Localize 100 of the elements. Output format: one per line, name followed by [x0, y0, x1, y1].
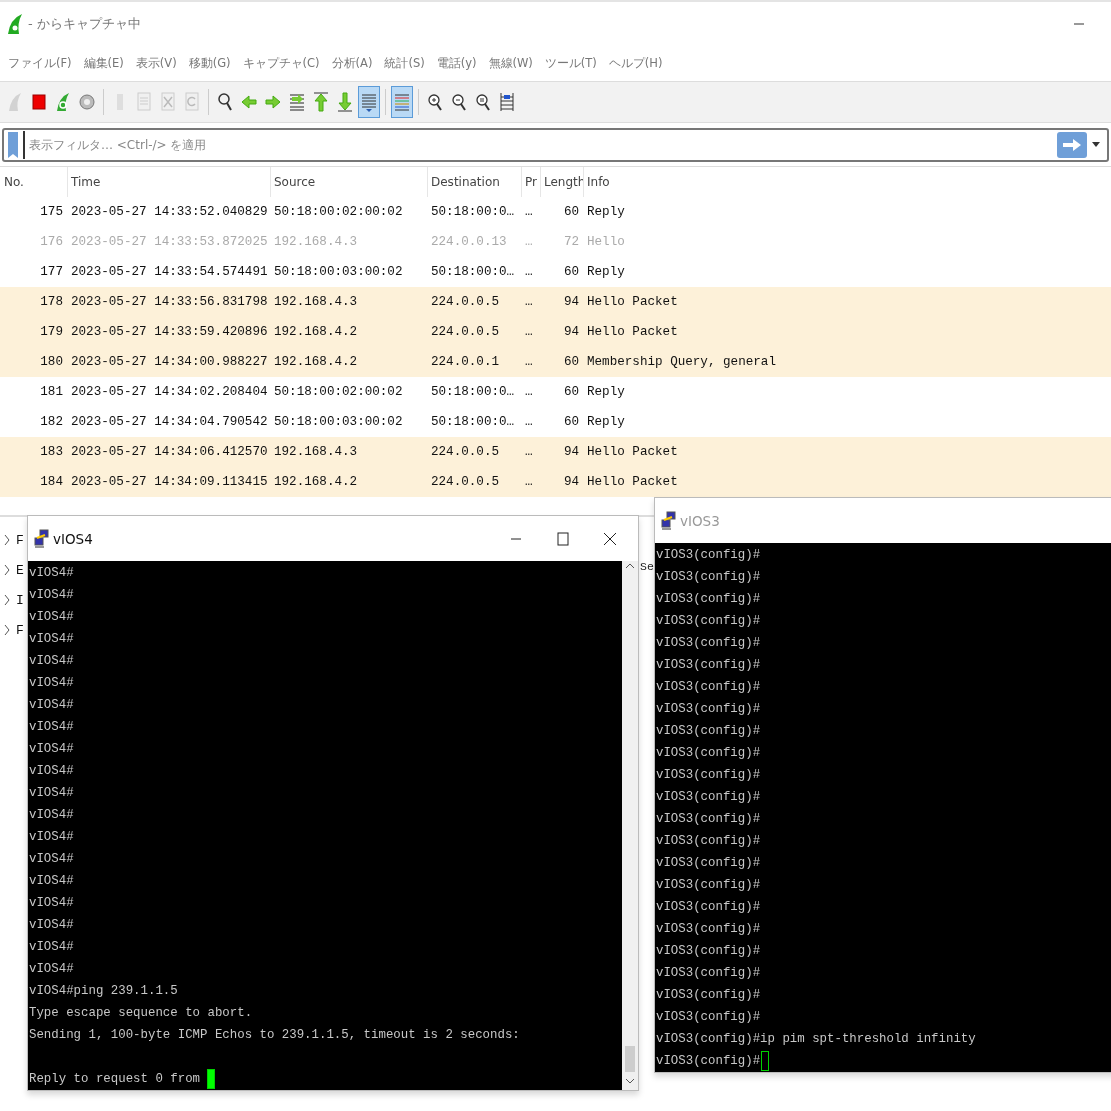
table-cell-text: 2023-05-27 14:34:04.790542 — [70, 415, 269, 429]
menu-item[interactable]: キャプチャ(C) — [242, 55, 320, 71]
table-cell-text: 2023-05-27 14:33:59.420896 — [70, 325, 269, 339]
terminal-line: vIOS3(config)# — [656, 899, 761, 916]
table-cell-text: 2023-05-27 14:33:53.872025 — [70, 235, 269, 249]
table-cell-text: 224.0.0.5 — [430, 295, 501, 309]
table-cell-text: 183 — [39, 445, 64, 459]
terminal-line: vIOS3(config)# — [656, 833, 761, 850]
lines-icon — [360, 91, 378, 113]
terminal-app-icon — [34, 528, 50, 549]
table-cell-text: 224.0.0.1 — [430, 355, 501, 369]
shark-fin-icon — [6, 91, 24, 113]
table-cell-text: 2023-05-27 14:34:09.113415 — [70, 475, 269, 489]
menu-item[interactable]: 編集(E) — [83, 55, 124, 71]
table-cell-text: 60 — [562, 265, 580, 279]
packet-row[interactable]: 184 2023-05-27 14:34:09.113415 192.168.4.2 224.0.0.5 … 94 Hello Packet — [0, 467, 1111, 497]
terminal-line: vIOS3(config)# — [656, 789, 761, 806]
terminal-line: vIOS3(config)# — [656, 811, 761, 828]
table-cell-text: 192.168.4.2 — [273, 475, 359, 489]
table-cell-text: 2023-05-27 14:33:56.831798 — [70, 295, 269, 309]
terminal-line: vIOS4# — [29, 697, 74, 714]
table-cell-text: 192.168.4.2 — [273, 355, 359, 369]
close-icon — [603, 531, 617, 546]
bookmark-icon[interactable] — [7, 131, 19, 159]
table-cell-text: 224.0.0.13 — [430, 235, 508, 249]
table-cell-text: Hello — [586, 235, 626, 249]
table-cell-text: 179 — [39, 325, 64, 339]
menu-item[interactable]: 無線(W) — [488, 55, 533, 71]
table-cell-text: 224.0.0.5 — [430, 325, 501, 339]
terminal-line: vIOS4# — [29, 587, 74, 604]
menu-item[interactable]: 表示(V) — [135, 55, 177, 71]
terminal-line: vIOS4# — [29, 917, 74, 934]
table-cell-text: 176 — [39, 235, 64, 249]
go-to-packet-icon — [288, 91, 306, 113]
scroll-up-icon[interactable] — [625, 561, 635, 571]
terminal-line: vIOS4# — [29, 939, 74, 956]
terminal-line: vIOS3(config)# — [656, 987, 761, 1004]
table-cell-text: Reply — [586, 385, 626, 399]
terminal-line: vIOS3(config)# — [656, 591, 761, 608]
table-cell-text: 60 — [562, 205, 580, 219]
chevron-right-icon[interactable] — [3, 624, 11, 636]
terminal-line: vIOS4# — [29, 829, 74, 846]
scrollbar-thumb[interactable] — [625, 1046, 635, 1072]
table-cell-text: Hello Packet — [586, 295, 679, 309]
table-cell-text: 224.0.0.5 — [430, 475, 501, 489]
table-cell-text: 175 — [39, 205, 64, 219]
table-cell-text: 94 — [562, 475, 580, 489]
terminal-line: Sending 1, 100-byte ICMP Echos to 239.1.1.5, timeout is 2 seconds: — [29, 1027, 520, 1044]
menu-item[interactable]: ファイル(F) — [8, 55, 72, 71]
terminal-line: vIOS4# — [29, 719, 74, 736]
table-cell-text: … — [524, 415, 534, 429]
table-cell-text: 50:18:00:03:00:02 — [273, 415, 404, 429]
filter-input[interactable]: 表示フィルタ… <Ctrl-/> を適用 — [25, 130, 1057, 160]
column-header[interactable]: No. — [0, 167, 67, 197]
table-cell-text: 60 — [562, 355, 580, 369]
table-cell-text: 192.168.4.2 — [273, 325, 359, 339]
menu-item[interactable]: ツール(T) — [544, 55, 597, 71]
zoom-in-icon — [426, 91, 444, 113]
menu-item[interactable]: 電話(y) — [436, 55, 477, 71]
shark-fin-icon — [54, 91, 72, 113]
resize-columns-icon — [498, 91, 516, 113]
terminal-line: vIOS4# — [29, 961, 74, 978]
menu-item[interactable]: ヘルプ(H) — [608, 55, 663, 71]
menu-item[interactable]: 統計(S) — [384, 55, 425, 71]
packet-row[interactable]: 183 2023-05-27 14:34:06.412570 192.168.4.3 224.0.0.5 … 94 Hello Packet — [0, 437, 1111, 467]
packet-row[interactable]: 178 2023-05-27 14:33:56.831798 192.168.4.3 224.0.0.5 … 94 Hello Packet — [0, 287, 1111, 317]
chevron-right-icon[interactable] — [3, 594, 11, 606]
gear-icon — [78, 91, 96, 113]
terminal-line: vIOS3(config)# — [656, 613, 761, 630]
display-filter-field[interactable]: 表示フィルタ… <Ctrl-/> を適用 — [2, 128, 1109, 162]
detail-row-text: F — [16, 532, 24, 548]
detail-text: Se — [640, 560, 654, 573]
zoom-out-icon — [450, 91, 468, 113]
table-cell-text: Reply — [586, 265, 626, 279]
menu-item[interactable]: 分析(A) — [331, 55, 373, 71]
menu-item[interactable]: 移動(G) — [188, 55, 231, 71]
chevron-right-icon[interactable] — [3, 534, 11, 546]
table-cell-text: 177 — [39, 265, 64, 279]
packet-row[interactable]: 179 2023-05-27 14:33:59.420896 192.168.4.2 224.0.0.5 … 94 Hello Packet — [0, 317, 1111, 347]
terminal-line: vIOS3(config)# — [656, 767, 761, 784]
window-title: vIOS3 — [680, 512, 720, 529]
scroll-down-icon[interactable] — [625, 1076, 635, 1086]
terminal-line: vIOS3(config)# — [656, 679, 761, 696]
terminal-line: vIOS4# — [29, 653, 74, 670]
table-cell-text: 50:18:00:03:00:02 — [273, 265, 404, 279]
table-cell-text: … — [524, 265, 534, 279]
terminal-line: vIOS4# — [29, 785, 74, 802]
window-title: - からキャプチャ中 — [28, 14, 141, 33]
table-cell-text: 94 — [562, 295, 580, 309]
packet-row[interactable]: 180 2023-05-27 14:34:00.988227 192.168.4.2 224.0.0.1 … 60 Membership Query, general — [0, 347, 1111, 377]
close-file-icon — [159, 91, 177, 113]
table-cell-text: Hello Packet — [586, 445, 679, 459]
terminal-line: vIOS3(config)# — [656, 745, 761, 762]
table-cell-text: 50:18:00:0… — [430, 265, 516, 279]
chevron-right-icon[interactable] — [3, 564, 11, 576]
terminal-line: vIOS3(config)# — [656, 943, 761, 960]
terminal-line: vIOS4# — [29, 873, 74, 890]
terminal-line: vIOS4#ping 239.1.1.5 — [29, 983, 178, 1000]
table-cell-text: 2023-05-27 14:34:00.988227 — [70, 355, 269, 369]
table-cell-text: 224.0.0.5 — [430, 445, 501, 459]
